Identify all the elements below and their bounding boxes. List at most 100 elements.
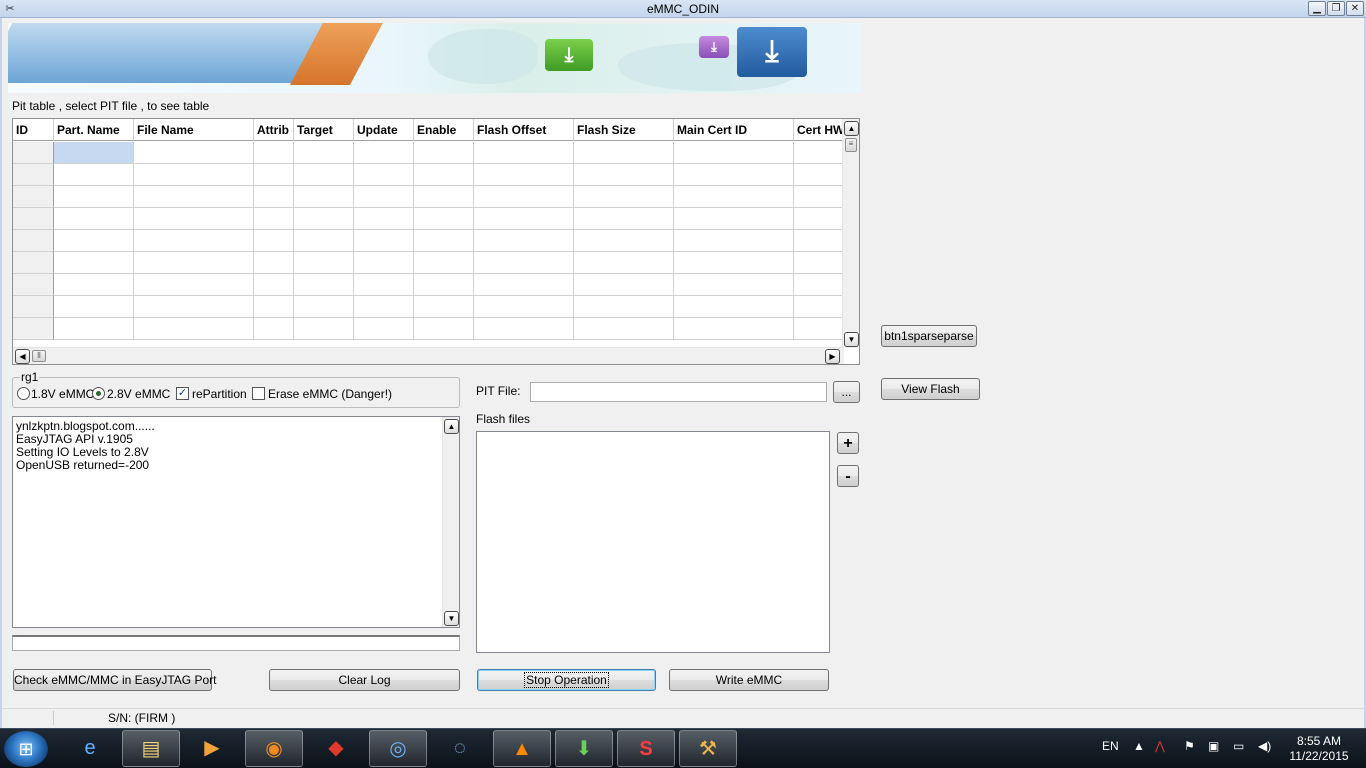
table-cell[interactable] xyxy=(414,230,474,252)
table-cell[interactable] xyxy=(674,186,794,208)
emmc-tool-icon[interactable]: ⚒ xyxy=(679,730,737,767)
table-cell[interactable] xyxy=(134,318,254,340)
table-cell[interactable] xyxy=(54,186,134,208)
table-row[interactable] xyxy=(13,296,854,318)
table-cell[interactable] xyxy=(474,164,574,186)
scroll-right-icon[interactable]: ▶ xyxy=(825,349,840,364)
table-cell[interactable] xyxy=(414,296,474,318)
table-cell[interactable] xyxy=(294,318,354,340)
browse-pit-button[interactable]: ... xyxy=(833,381,860,403)
network-icon[interactable]: ▭ xyxy=(1233,739,1244,753)
table-cell[interactable] xyxy=(54,274,134,296)
column-header-attrib[interactable]: Attrib xyxy=(254,119,294,141)
table-cell[interactable] xyxy=(414,164,474,186)
table-cell[interactable] xyxy=(474,142,574,164)
column-header-file-name[interactable]: File Name xyxy=(134,119,254,141)
radio-2-8v-label[interactable]: 2.8V eMMC xyxy=(107,387,170,401)
log-scrollbar[interactable]: ▲ ▼ xyxy=(442,417,459,627)
close-button[interactable]: ✕ xyxy=(1346,1,1364,16)
table-cell[interactable] xyxy=(474,274,574,296)
table-cell[interactable] xyxy=(254,164,294,186)
radio-1-8v[interactable] xyxy=(17,387,30,400)
table-row[interactable] xyxy=(13,230,854,252)
table-cell[interactable] xyxy=(574,164,674,186)
row-header[interactable] xyxy=(13,208,54,230)
table-cell[interactable] xyxy=(414,186,474,208)
table-cell[interactable] xyxy=(414,208,474,230)
write-emmc-button[interactable]: Write eMMC xyxy=(669,669,829,691)
row-header[interactable] xyxy=(13,230,54,252)
table-cell[interactable] xyxy=(674,164,794,186)
table-cell[interactable] xyxy=(354,164,414,186)
scroll-thumb[interactable]: ⦀ xyxy=(32,350,46,362)
column-header-id[interactable]: ID xyxy=(13,119,54,141)
show-hidden-icons-icon[interactable]: ▲ xyxy=(1133,739,1145,753)
table-cell[interactable] xyxy=(574,274,674,296)
table-cell[interactable] xyxy=(474,230,574,252)
table-cell[interactable] xyxy=(294,296,354,318)
row-header[interactable] xyxy=(13,318,54,340)
vlc-icon[interactable]: ▲ xyxy=(493,730,551,767)
firefox-icon[interactable]: ◉ xyxy=(245,730,303,767)
remove-flash-file-button[interactable]: - xyxy=(837,465,859,487)
table-cell[interactable] xyxy=(294,186,354,208)
table-cell[interactable] xyxy=(474,252,574,274)
sparse-button[interactable]: btn1sparseparse xyxy=(881,325,977,347)
table-cell[interactable] xyxy=(574,186,674,208)
scroll-up-icon[interactable]: ▲ xyxy=(844,121,859,136)
table-row[interactable] xyxy=(13,318,854,340)
weibo-icon[interactable]: ◌ xyxy=(431,730,489,767)
volume-icon[interactable]: ◀) xyxy=(1258,739,1271,753)
table-row[interactable] xyxy=(13,142,854,164)
table-cell[interactable] xyxy=(354,274,414,296)
table-cell[interactable] xyxy=(354,252,414,274)
pit-table[interactable]: ID Part. Name File Name Attrib Target Up… xyxy=(12,118,860,365)
table-cell[interactable] xyxy=(354,296,414,318)
table-cell[interactable] xyxy=(414,318,474,340)
action-center-flag-icon[interactable]: ⚑ xyxy=(1184,739,1195,753)
pdf-tool-icon[interactable]: ◆ xyxy=(307,730,365,767)
table-cell[interactable] xyxy=(54,318,134,340)
column-header-target[interactable]: Target xyxy=(294,119,354,141)
repartition-checkbox[interactable]: ✓ xyxy=(176,387,189,400)
table-cell[interactable] xyxy=(54,230,134,252)
column-header-part-name[interactable]: Part. Name xyxy=(54,119,134,141)
table-cell[interactable] xyxy=(574,142,674,164)
table-cell[interactable] xyxy=(134,296,254,318)
scroll-up-icon[interactable]: ▲ xyxy=(444,419,459,434)
row-header[interactable] xyxy=(13,142,54,164)
repartition-label[interactable]: rePartition xyxy=(192,387,247,401)
table-cell[interactable] xyxy=(134,274,254,296)
pit-file-input[interactable] xyxy=(530,382,827,402)
table-cell[interactable] xyxy=(674,230,794,252)
table-cell[interactable] xyxy=(674,208,794,230)
table-row[interactable] xyxy=(13,274,854,296)
view-flash-button[interactable]: View Flash xyxy=(881,378,980,400)
column-header-main-cert-id[interactable]: Main Cert ID xyxy=(674,119,794,141)
file-explorer-icon[interactable]: ▤ xyxy=(122,730,180,767)
table-cell[interactable] xyxy=(54,142,134,164)
column-header-flash-offset[interactable]: Flash Offset xyxy=(474,119,574,141)
table-cell[interactable] xyxy=(354,186,414,208)
table-cell[interactable] xyxy=(474,208,574,230)
table-cell[interactable] xyxy=(674,252,794,274)
restore-button[interactable]: ❐ xyxy=(1327,1,1345,16)
download-manager-icon[interactable]: ⬇ xyxy=(555,730,613,767)
log-textbox[interactable]: ynlzkptn.blogspot.com...... EasyJTAG API… xyxy=(12,416,460,628)
table-cell[interactable] xyxy=(54,208,134,230)
table-cell[interactable] xyxy=(54,164,134,186)
table-cell[interactable] xyxy=(414,142,474,164)
table-cell[interactable] xyxy=(674,296,794,318)
table-cell[interactable] xyxy=(54,252,134,274)
table-cell[interactable] xyxy=(574,252,674,274)
row-header[interactable] xyxy=(13,296,54,318)
table-cell[interactable] xyxy=(254,142,294,164)
table-cell[interactable] xyxy=(354,318,414,340)
table-cell[interactable] xyxy=(254,252,294,274)
table-cell[interactable] xyxy=(294,142,354,164)
table-row[interactable] xyxy=(13,252,854,274)
table-cell[interactable] xyxy=(254,318,294,340)
table-cell[interactable] xyxy=(674,318,794,340)
table-cell[interactable] xyxy=(474,186,574,208)
table-cell[interactable] xyxy=(254,230,294,252)
